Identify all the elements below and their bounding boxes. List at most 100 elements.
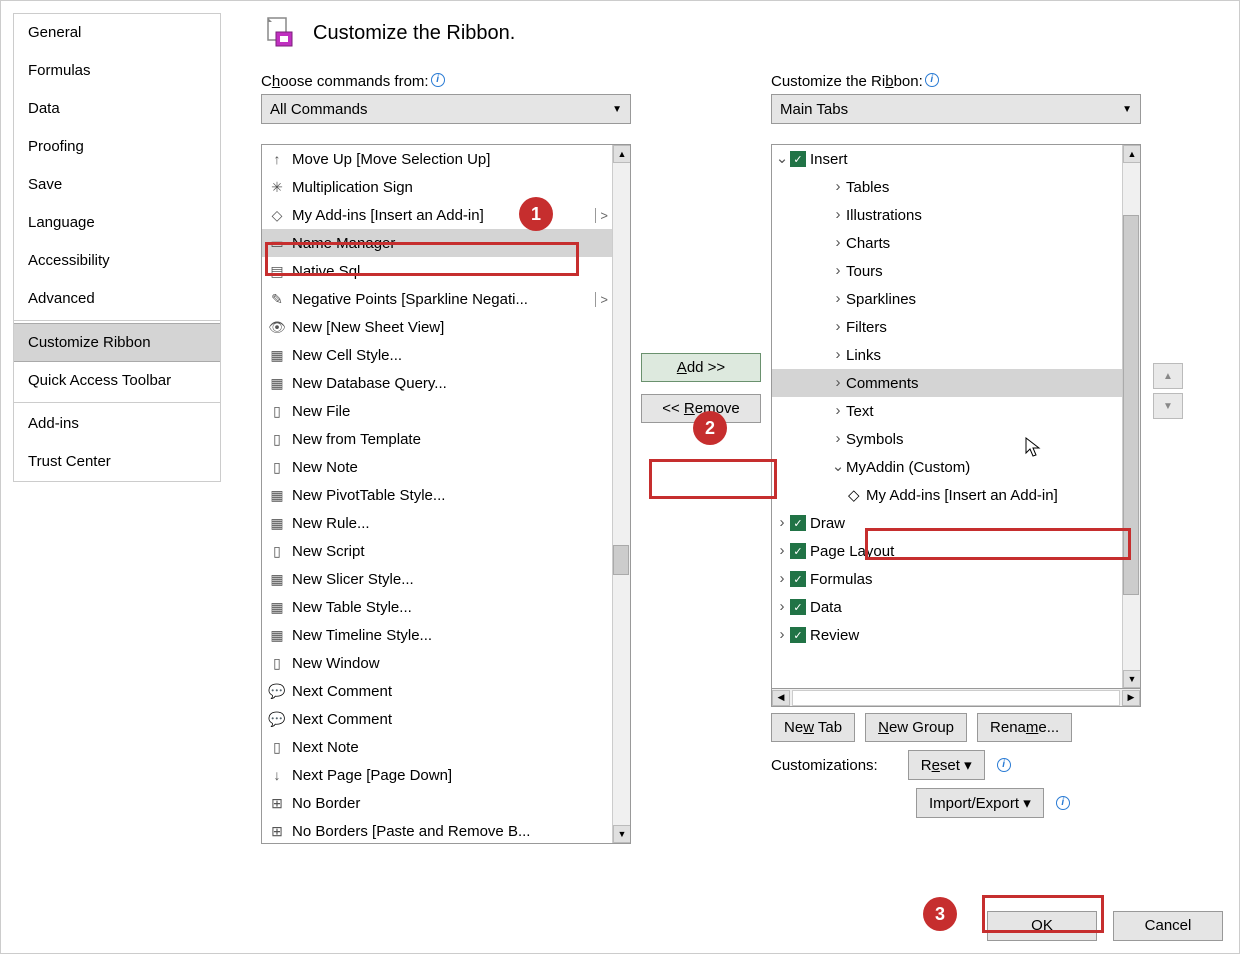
command-item[interactable]: ◇My Add-ins [Insert an Add-in]> — [262, 201, 612, 229]
tree-item[interactable]: ›✓Review — [772, 621, 1122, 649]
import-export-button[interactable]: Import/Export ▾ — [916, 788, 1044, 818]
new-group-button[interactable]: New Group — [865, 713, 967, 742]
expander-icon[interactable]: ⌄ — [830, 457, 846, 475]
tree-item[interactable]: ›✓Formulas — [772, 565, 1122, 593]
scroll-track[interactable] — [792, 690, 1120, 706]
tree-item[interactable]: ›✓Data — [772, 593, 1122, 621]
command-item[interactable]: ▯New Script — [262, 537, 612, 565]
expander-icon[interactable]: › — [830, 262, 846, 279]
command-item[interactable]: 👁New [New Sheet View] — [262, 313, 612, 341]
sidebar-item-general[interactable]: General — [14, 14, 220, 52]
sidebar-item-customize-ribbon[interactable]: Customize Ribbon — [14, 323, 220, 362]
expander-icon[interactable]: › — [830, 178, 846, 195]
command-item[interactable]: 💬Next Comment — [262, 705, 612, 733]
sidebar-item-proofing[interactable]: Proofing — [14, 128, 220, 166]
checkbox[interactable]: ✓ — [790, 599, 806, 615]
sidebar-item-save[interactable]: Save — [14, 166, 220, 204]
expander-icon[interactable]: › — [774, 514, 790, 531]
command-item[interactable]: ↓Next Page [Page Down] — [262, 761, 612, 789]
expander-icon[interactable]: › — [774, 570, 790, 587]
command-item[interactable]: ▯New Window — [262, 649, 612, 677]
move-down-button[interactable]: ▼ — [1153, 393, 1183, 419]
sidebar-item-trust-center[interactable]: Trust Center — [14, 443, 220, 481]
expander-icon[interactable]: › — [830, 430, 846, 447]
cancel-button[interactable]: Cancel — [1113, 911, 1223, 941]
command-item[interactable]: ▤Native Sql — [262, 257, 612, 285]
tree-item[interactable]: ›Tables — [772, 173, 1122, 201]
info-icon[interactable]: i — [925, 73, 939, 87]
expander-icon[interactable]: › — [830, 374, 846, 391]
expander-icon[interactable]: › — [830, 402, 846, 419]
scroll-thumb[interactable] — [1123, 215, 1139, 595]
command-item[interactable]: ▦New Cell Style... — [262, 341, 612, 369]
command-item[interactable]: ▯New File — [262, 397, 612, 425]
add-button[interactable]: Add >> — [641, 353, 761, 382]
new-tab-button[interactable]: New Tab — [771, 713, 855, 742]
command-item[interactable]: ▯Next Note — [262, 733, 612, 761]
scroll-up-arrow[interactable]: ▲ — [1123, 145, 1141, 163]
choose-commands-dropdown[interactable]: All Commands ▼ — [261, 94, 631, 124]
info-icon[interactable]: i — [997, 758, 1011, 772]
sidebar-item-formulas[interactable]: Formulas — [14, 52, 220, 90]
commands-listbox[interactable]: ↑Move Up [Move Selection Up]✳Multiplicat… — [261, 144, 631, 844]
command-item[interactable]: ▦New Timeline Style... — [262, 621, 612, 649]
command-item[interactable]: ↑Move Up [Move Selection Up] — [262, 145, 612, 173]
checkbox[interactable]: ✓ — [790, 627, 806, 643]
tree-item[interactable]: ›Sparklines — [772, 285, 1122, 313]
info-icon[interactable]: i — [431, 73, 445, 87]
command-item[interactable]: ✎Negative Points [Sparkline Negati...> — [262, 285, 612, 313]
sidebar-item-data[interactable]: Data — [14, 90, 220, 128]
sidebar-item-language[interactable]: Language — [14, 204, 220, 242]
sidebar-item-advanced[interactable]: Advanced — [14, 280, 220, 318]
tree-item[interactable]: ›Symbols — [772, 425, 1122, 453]
command-item[interactable]: ▦New Rule... — [262, 509, 612, 537]
ribbon-tree[interactable]: ⌄✓Insert›Tables›Illustrations›Charts›Tou… — [771, 144, 1141, 689]
expander-icon[interactable]: › — [830, 346, 846, 363]
tree-item[interactable]: ›Links — [772, 341, 1122, 369]
checkbox[interactable]: ✓ — [790, 571, 806, 587]
scroll-thumb[interactable] — [613, 545, 629, 575]
command-item[interactable]: ▦New Slicer Style... — [262, 565, 612, 593]
command-item[interactable]: ▯New from Template — [262, 425, 612, 453]
command-item[interactable]: ▦New Table Style... — [262, 593, 612, 621]
scroll-down-arrow[interactable]: ▼ — [613, 825, 631, 843]
tree-item[interactable]: ›Tours — [772, 257, 1122, 285]
sidebar-item-quick-access-toolbar[interactable]: Quick Access Toolbar — [14, 362, 220, 400]
scroll-left-arrow[interactable]: ◀ — [772, 690, 790, 706]
move-up-button[interactable]: ▲ — [1153, 363, 1183, 389]
tree-item[interactable]: ›Illustrations — [772, 201, 1122, 229]
command-item[interactable]: ▯New Note — [262, 453, 612, 481]
customize-ribbon-dropdown[interactable]: Main Tabs ▼ — [771, 94, 1141, 124]
sidebar-item-addins[interactable]: Add-ins — [14, 405, 220, 443]
command-item[interactable]: ✳Multiplication Sign — [262, 173, 612, 201]
checkbox[interactable]: ✓ — [790, 543, 806, 559]
tree-item[interactable]: ›Text — [772, 397, 1122, 425]
rename-button[interactable]: Rename... — [977, 713, 1072, 742]
scrollbar[interactable]: ▲ ▼ — [612, 145, 630, 843]
command-item[interactable]: ⊞No Borders [Paste and Remove B... — [262, 817, 612, 844]
horizontal-scrollbar[interactable]: ◀ ▶ — [771, 689, 1141, 707]
tree-item[interactable]: ⌄✓Insert — [772, 145, 1122, 173]
scroll-down-arrow[interactable]: ▼ — [1123, 670, 1141, 688]
expander-icon[interactable]: ⌄ — [774, 149, 790, 167]
expander-icon[interactable]: › — [830, 318, 846, 335]
scroll-up-arrow[interactable]: ▲ — [613, 145, 631, 163]
expander-icon[interactable]: › — [774, 542, 790, 559]
reset-button[interactable]: Reset ▾ — [908, 750, 985, 780]
command-item[interactable]: ▦New Database Query... — [262, 369, 612, 397]
expander-icon[interactable]: › — [830, 290, 846, 307]
tree-item[interactable]: ›Comments — [772, 369, 1122, 397]
expander-icon[interactable]: › — [830, 234, 846, 251]
checkbox[interactable]: ✓ — [790, 515, 806, 531]
scroll-right-arrow[interactable]: ▶ — [1122, 690, 1140, 706]
tree-item[interactable]: ›Filters — [772, 313, 1122, 341]
sidebar-item-accessibility[interactable]: Accessibility — [14, 242, 220, 280]
command-item[interactable]: ⊞No Border — [262, 789, 612, 817]
scrollbar[interactable]: ▲ ▼ — [1122, 145, 1140, 688]
expander-icon[interactable]: › — [830, 206, 846, 223]
expander-icon[interactable]: › — [774, 626, 790, 643]
checkbox[interactable]: ✓ — [790, 151, 806, 167]
command-item[interactable]: ▦New PivotTable Style... — [262, 481, 612, 509]
tree-item[interactable]: ›✓Page Layout — [772, 537, 1122, 565]
tree-item[interactable]: ◇My Add-ins [Insert an Add-in] — [772, 481, 1122, 509]
